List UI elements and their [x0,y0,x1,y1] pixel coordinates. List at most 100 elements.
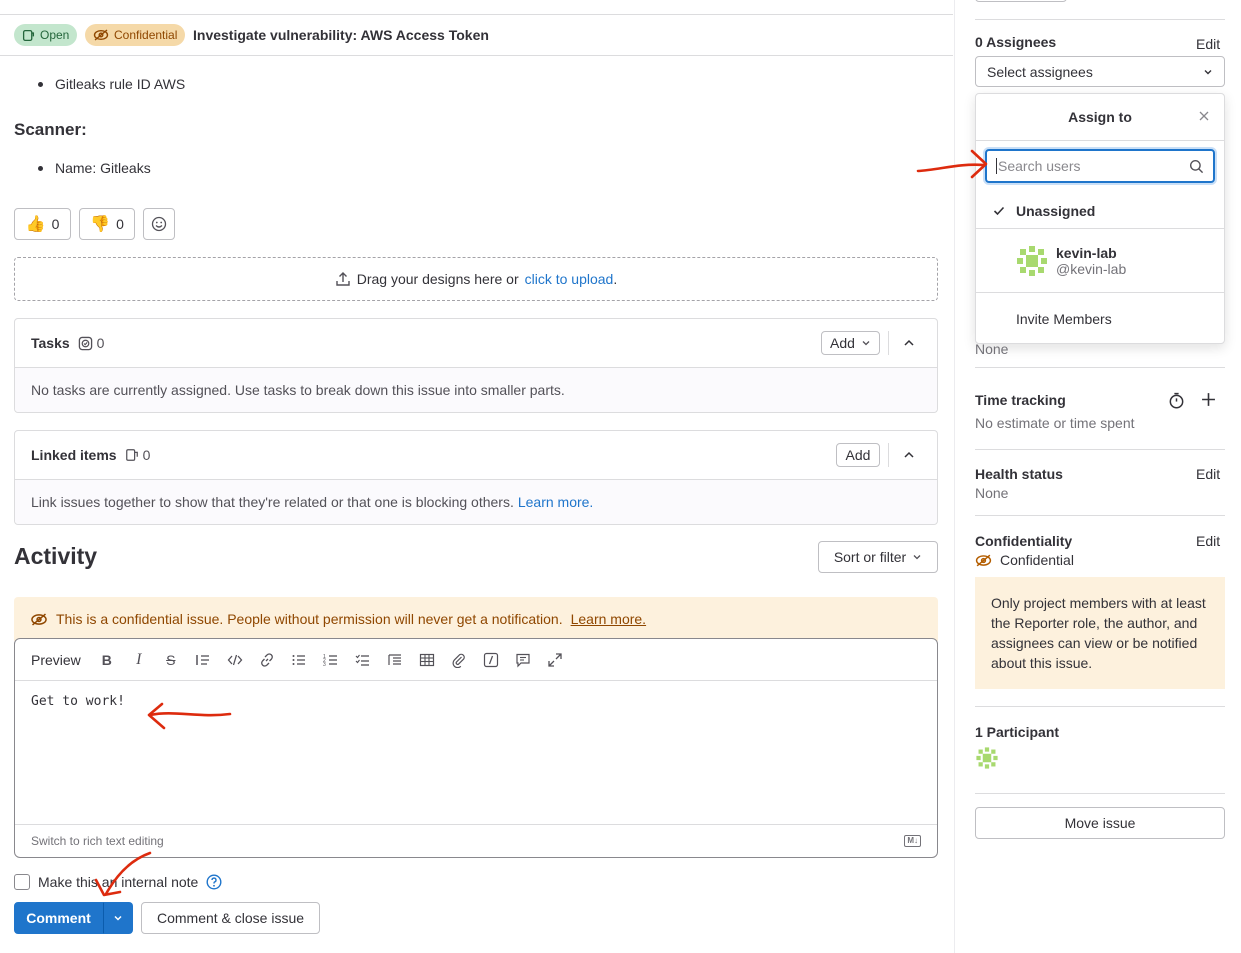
collapsible-icon[interactable] [379,648,411,672]
chevron-down-icon [1204,69,1212,74]
issues-icon [125,449,138,461]
time-tracking-label: Time tracking [975,392,1066,408]
plus-icon[interactable] [1201,392,1216,410]
chevron-up-icon [904,339,914,346]
select-assignees-dropdown[interactable]: Select assignees [975,56,1225,87]
table-icon[interactable] [411,648,443,672]
assignees-label: 0 Assignees [975,34,1057,50]
thumbs-down-count: 0 [116,216,124,232]
markdown-icon: M↓ [904,835,921,847]
stopwatch-icon[interactable] [1168,392,1185,412]
assign-dropdown-title: Assign to [1068,109,1132,125]
close-icon[interactable] [1198,109,1210,125]
italic-icon[interactable]: I [123,648,155,672]
bold-icon[interactable]: B [91,648,123,672]
sidebar-line [975,19,1225,20]
sidebar-line [975,706,1225,707]
upload-link[interactable]: click to upload [525,271,614,287]
preview-tab[interactable]: Preview [31,652,81,668]
eye-slash-icon [975,554,992,566]
sort-filter-dropdown[interactable]: Sort or filter [818,541,938,573]
linked-items-learn-more[interactable]: Learn more. [518,494,593,510]
issue-title: Investigate vulnerability: AWS Access To… [193,27,489,43]
tasks-count: 0 [96,335,105,351]
internal-note-label: Make this an internal note [38,874,199,890]
avatar[interactable] [975,746,999,770]
tasks-title: Tasks [31,335,70,351]
sidebar-divider [954,0,955,953]
internal-note-checkbox[interactable] [14,874,30,890]
chevron-down-icon [913,555,921,560]
comment-options-toggle[interactable] [103,902,133,934]
comment-textarea[interactable]: Get to work! [31,694,125,709]
comment-icon[interactable] [507,648,539,672]
activity-heading: Activity [14,543,98,569]
svg-text:3: 3 [323,662,326,667]
bullet-list-icon[interactable] [283,648,315,672]
unassigned-option[interactable]: Unassigned [976,194,1224,229]
sidebar-line [975,793,1225,794]
add-reaction-button[interactable] [143,208,175,240]
design-dropzone[interactable]: Drag your designs here or click to uploa… [14,257,938,301]
linked-items-collapse-button[interactable] [897,443,921,467]
comment-close-label: Comment & close issue [156,910,305,926]
user-option-kevin-lab[interactable]: kevin-lab @kevin-lab [976,229,1224,293]
search-users-input[interactable]: Search users [985,149,1215,183]
confidentiality-edit[interactable]: Edit [1196,533,1220,549]
sidebar-line [975,367,1225,368]
status-badge: Open [14,24,78,46]
participants-label: 1 Participant [975,724,1060,740]
thumbs-down-button[interactable]: 👎 0 [79,208,135,240]
upload-icon [336,272,350,286]
linked-items-add-button[interactable]: Add [836,443,880,467]
unassigned-label: Unassigned [1016,203,1096,219]
fullscreen-icon[interactable] [539,648,571,672]
tasks-empty-text: No tasks are currently assigned. Use tas… [15,368,937,412]
confidential-badge: Confidential [85,24,186,46]
confidentiality-note: Only project members with at least the R… [975,577,1225,689]
confidential-learn-more[interactable]: Learn more. [571,611,646,627]
eye-slash-icon [93,29,109,41]
assignees-edit[interactable]: Edit [1196,36,1220,52]
avatar [1017,245,1047,276]
sort-filter-label: Sort or filter [833,549,907,565]
quote-icon[interactable] [187,648,219,672]
link-icon[interactable] [251,648,283,672]
scanner-heading: Scanner: [14,120,87,139]
thumbs-down-icon: 👎 [90,216,111,233]
sidebar-top-button[interactable] [975,0,1067,2]
thumbs-up-button[interactable]: 👍 0 [14,208,71,240]
task-done-icon [78,336,92,350]
move-issue-button[interactable]: Move issue [975,807,1225,839]
comment-button[interactable]: Comment [14,902,103,934]
search-users-placeholder: Search users [996,158,1081,174]
linked-items-empty-text: Link issues together to show that they'r… [31,494,514,510]
hidden-field-value: None [975,341,1009,357]
code-icon[interactable] [219,648,251,672]
tasks-add-button[interactable]: Add [821,331,880,355]
strikethrough-icon[interactable]: S [155,648,187,672]
question-icon[interactable] [206,874,222,890]
dropzone-period: . [613,271,618,287]
top-divider [0,14,953,15]
time-tracking-value: No estimate or time spent [975,415,1135,431]
paperclip-icon[interactable] [443,648,475,672]
rule-list-item: Gitleaks rule ID AWS [38,76,185,92]
health-status-edit[interactable]: Edit [1196,466,1220,482]
numbered-list-icon[interactable]: 123 [315,648,347,672]
switch-rich-text-link[interactable]: Switch to rich text editing [31,834,164,848]
chevron-down-icon [114,915,122,921]
slash-command-icon[interactable] [475,648,507,672]
invite-members-link[interactable]: Invite Members [1016,311,1112,327]
sidebar-line [975,515,1225,516]
sidebar-line [975,449,1225,450]
confidential-badge-label: Confidential [114,28,178,42]
confidential-warning-text: This is a confidential issue. People wit… [56,611,563,627]
tasks-collapse-button[interactable] [897,331,921,355]
search-icon [1189,159,1204,173]
health-status-value: None [975,485,1009,501]
comment-close-button[interactable]: Comment & close issue [141,902,320,934]
thumbs-up-count: 0 [51,216,60,232]
select-assignees-label: Select assignees [987,63,1093,80]
task-list-icon[interactable] [347,648,379,672]
